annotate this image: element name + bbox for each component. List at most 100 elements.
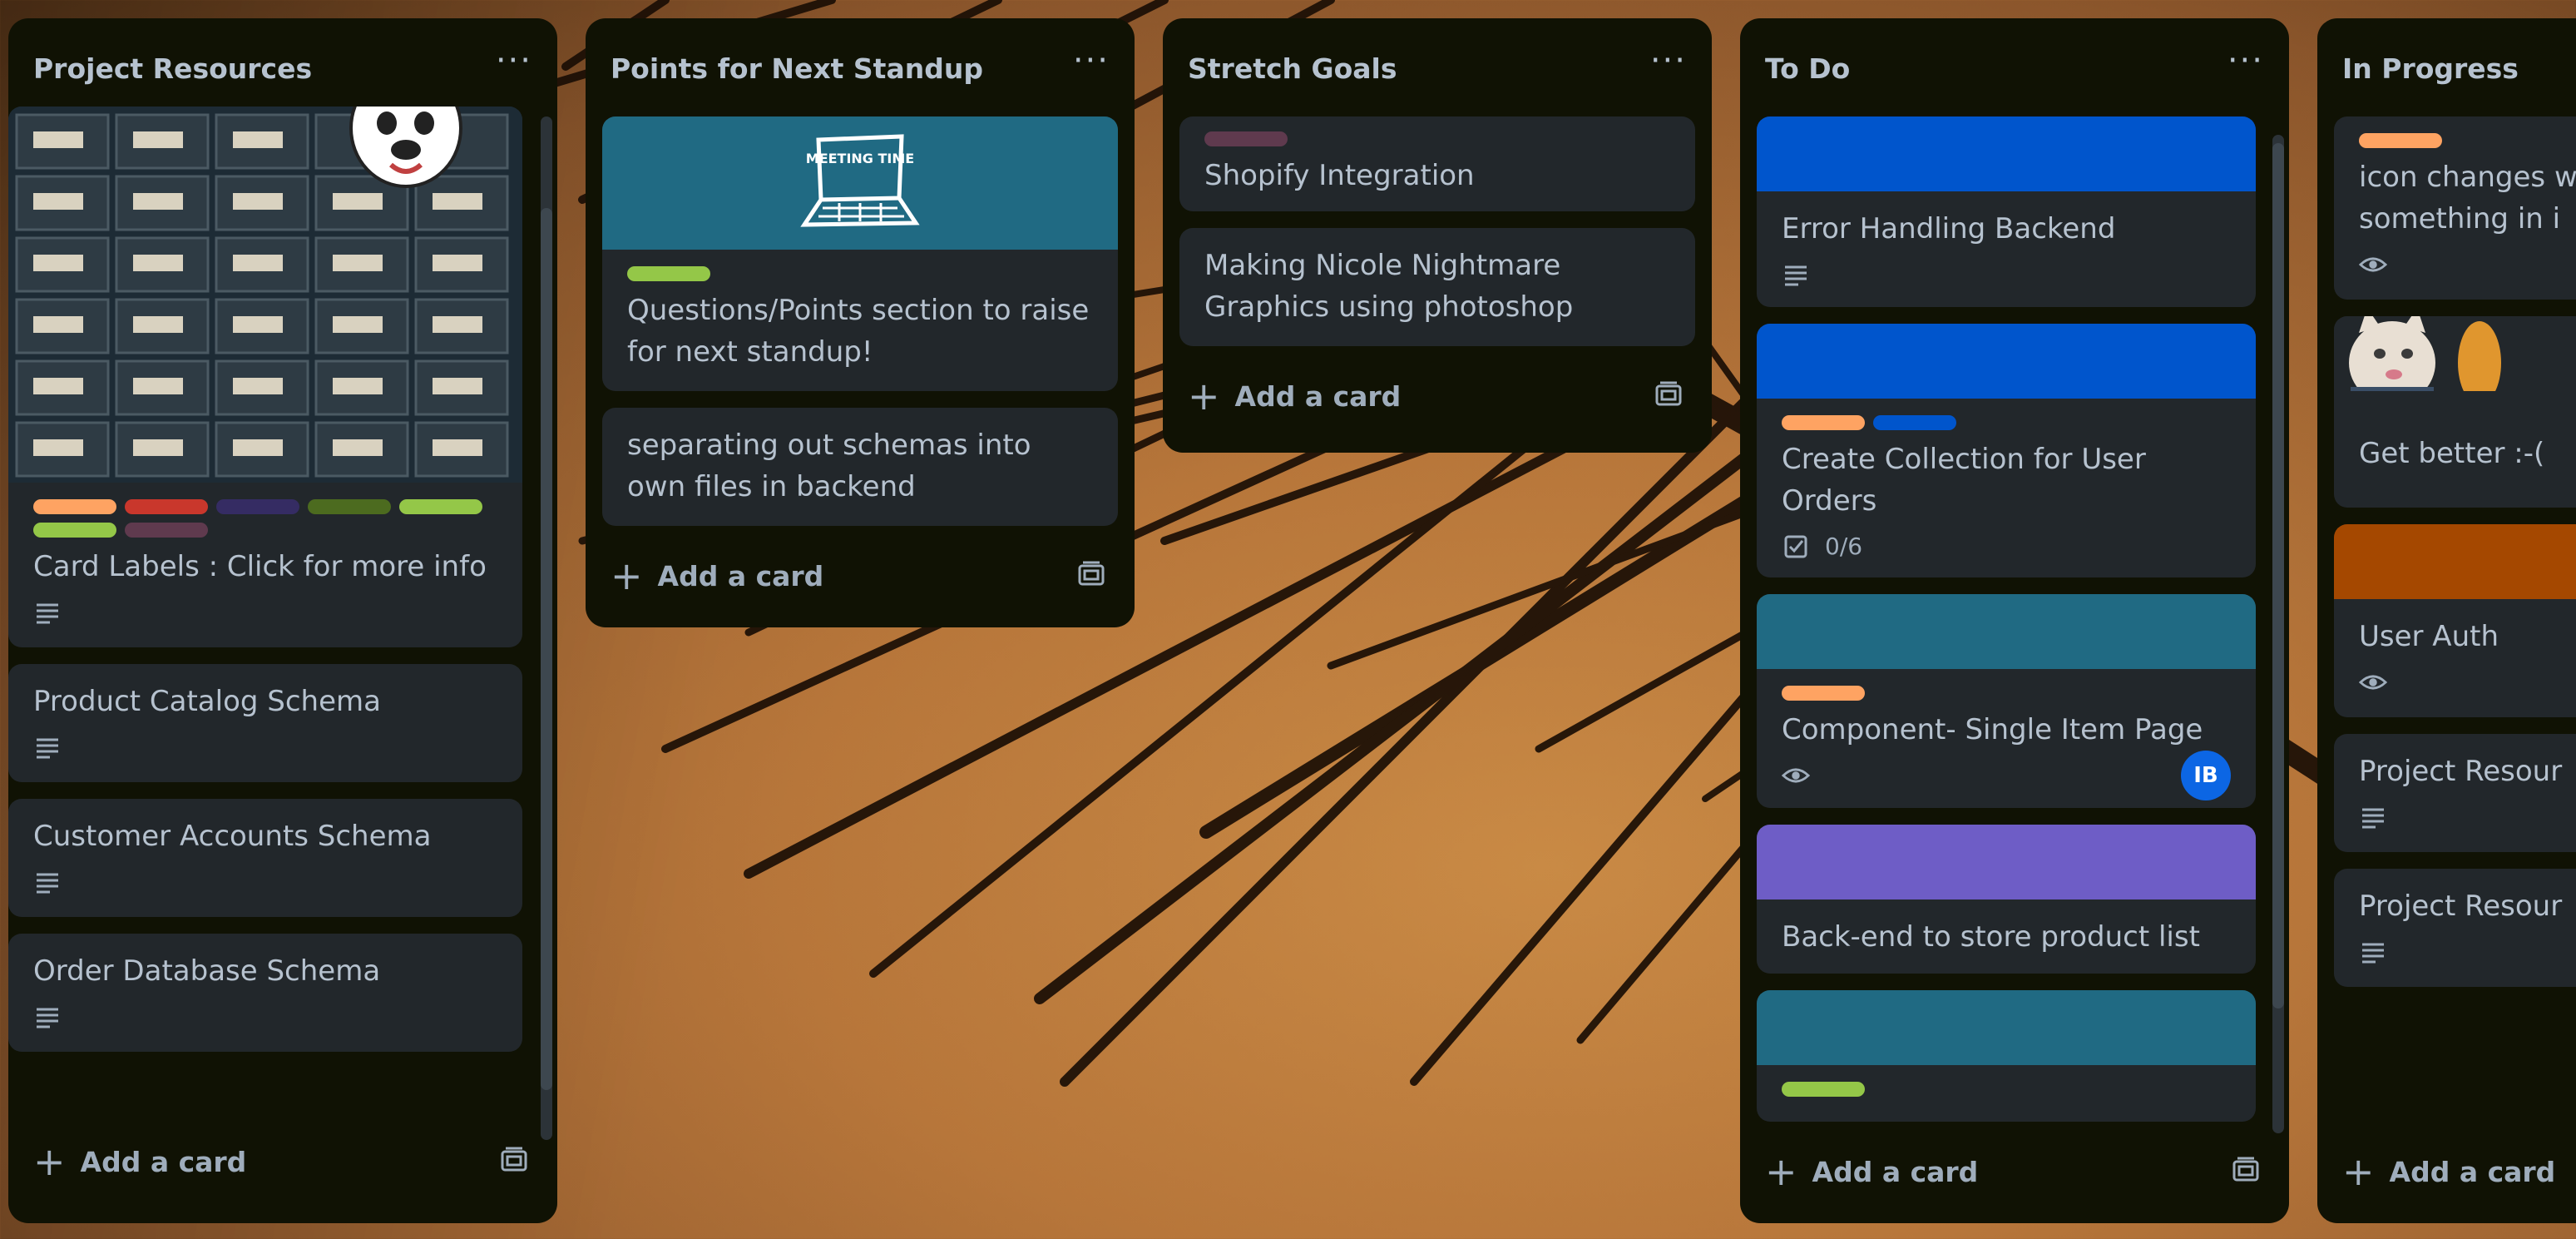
card-title: Shopify Integration: [1204, 159, 1475, 192]
plus-icon: +: [33, 1139, 66, 1184]
card[interactable]: separating out schemas into own files in…: [602, 408, 1118, 526]
card-body: User Auth: [2334, 599, 2576, 717]
list-title[interactable]: To Do: [1765, 52, 1850, 85]
card[interactable]: MEETING TIME Questions/Points section to…: [602, 116, 1118, 391]
card[interactable]: Project Resour: [2334, 734, 2576, 852]
label-orange[interactable]: [33, 499, 116, 514]
scrollbar-thumb[interactable]: [2272, 143, 2284, 1009]
card-list: Shopify Integration Making Nicole Nightm…: [1163, 116, 1712, 346]
card-badges: [2359, 935, 2576, 969]
description-icon: [33, 1003, 62, 1031]
list-footer: + Add a card: [2317, 1122, 2576, 1222]
card[interactable]: Get better :-(: [2334, 316, 2576, 508]
label-orange[interactable]: [1782, 414, 1865, 430]
card-cover-color: [1757, 323, 2256, 399]
card[interactable]: Error Handling Backend: [1757, 116, 2256, 307]
watch-icon: [1782, 761, 1810, 790]
add-card-label: Add a card: [1234, 379, 1402, 413]
card-body: Order Database Schema: [8, 934, 522, 1052]
list-scrollbar[interactable]: [541, 116, 552, 1140]
card-labels: [33, 499, 497, 538]
card[interactable]: Making Nicole Nightmare Graphics using p…: [1179, 228, 1695, 346]
list-menu-icon[interactable]: ···: [2227, 44, 2264, 92]
add-card-button[interactable]: + Add a card: [2342, 1152, 2555, 1191]
card-template-icon[interactable]: [1076, 559, 1110, 592]
label-lime[interactable]: [627, 266, 710, 281]
card-title: Project Resour: [2359, 755, 2563, 788]
card-title: separating out schemas into own files in…: [627, 429, 1031, 503]
card-template-icon[interactable]: [2231, 1155, 2264, 1188]
card-title: Get better :-(: [2359, 437, 2545, 470]
list-scrollbar[interactable]: [2272, 135, 2284, 1133]
card[interactable]: Back-end to store product list: [1757, 824, 2256, 974]
card[interactable]: [1757, 990, 2256, 1122]
card-template-icon[interactable]: [499, 1145, 532, 1178]
list-project-resources: Project Resources ··· Card Labels: Clic…: [8, 18, 557, 1223]
label-dark-green[interactable]: [308, 499, 391, 514]
list-stretch-goals: Stretch Goals ··· Shopify Integration Ma…: [1163, 18, 1712, 453]
card-badges: [33, 1000, 497, 1033]
card[interactable]: User Auth: [2334, 524, 2576, 717]
label-orange[interactable]: [1782, 686, 1865, 701]
card[interactable]: Product Catalog Schema: [8, 664, 522, 782]
card[interactable]: Customer Accounts Schema: [8, 799, 522, 917]
list-footer: + Add a card: [8, 1112, 557, 1212]
description-icon: [33, 733, 62, 761]
member-avatar[interactable]: IB: [2181, 751, 2231, 801]
card[interactable]: Shopify Integration: [1179, 116, 1695, 211]
list-menu-icon[interactable]: ···: [1650, 44, 1687, 92]
card-cover-image: MEETING TIME: [602, 116, 1118, 250]
label-lime[interactable]: [1782, 1082, 1865, 1098]
card-template-icon[interactable]: [1654, 379, 1687, 413]
card[interactable]: Create Collection for User Orders 0/6: [1757, 323, 2256, 578]
card-cover-image: [2334, 316, 2576, 391]
card-body: Shopify Integration: [1179, 116, 1695, 211]
list-header: In Progress: [2317, 18, 2576, 118]
label-dark-magenta[interactable]: [1204, 131, 1288, 146]
card-body: [1757, 1065, 2256, 1122]
card-body: Component- Single Item Page IB: [1757, 669, 2256, 807]
card-list: icon changes w something in i Get better…: [2317, 116, 2576, 1122]
add-card-button[interactable]: + Add a card: [1188, 377, 1401, 415]
scrollbar-thumb[interactable]: [541, 208, 552, 1090]
list-footer: + Add a card: [586, 526, 1135, 626]
label-purple[interactable]: [216, 499, 299, 514]
card[interactable]: Project Resour: [2334, 869, 2576, 987]
list-title[interactable]: Project Resources: [33, 52, 312, 85]
label-lime[interactable]: [33, 523, 116, 538]
add-card-button[interactable]: + Add a card: [1765, 1152, 1978, 1191]
list-points-for-next-standup: Points for Next Standup ··· MEETING TIME: [586, 18, 1135, 627]
card-list: MEETING TIME Questions/Points section to…: [586, 116, 1135, 526]
cat-stickers-image: [2334, 316, 2576, 391]
list-header: Stretch Goals ···: [1163, 18, 1712, 118]
card-labels: [1782, 686, 2231, 701]
plus-icon: +: [2342, 1149, 2375, 1194]
card-labels: [1204, 131, 1670, 146]
label-orange[interactable]: [2359, 133, 2442, 148]
list-menu-icon[interactable]: ···: [496, 44, 532, 92]
card-body: Project Resour: [2334, 734, 2576, 852]
card-body: icon changes w something in i: [2334, 116, 2576, 300]
card-body: Create Collection for User Orders 0/6: [1757, 399, 2256, 578]
add-card-button[interactable]: + Add a card: [33, 1142, 246, 1181]
label-red[interactable]: [125, 499, 208, 514]
card[interactable]: Card Labels : Click for more info: [8, 107, 522, 647]
card-title: Project Resour: [2359, 890, 2563, 923]
card-body: Error Handling Backend: [1757, 191, 2256, 307]
card[interactable]: Component- Single Item Page IB: [1757, 594, 2256, 808]
list-title[interactable]: Stretch Goals: [1188, 52, 1397, 85]
watch-icon: [2359, 668, 2387, 696]
list-title[interactable]: Points for Next Standup: [611, 52, 983, 85]
label-lime[interactable]: [399, 499, 482, 514]
card-cover-color: [1757, 990, 2256, 1066]
card[interactable]: Order Database Schema: [8, 934, 522, 1052]
label-dark-magenta[interactable]: [125, 523, 208, 538]
plus-icon: +: [611, 553, 643, 598]
add-card-button[interactable]: + Add a card: [611, 557, 823, 595]
board: Project Resources ··· Card Labels: Clic…: [8, 18, 2576, 1223]
card[interactable]: icon changes w something in i: [2334, 116, 2576, 300]
description-icon: [33, 598, 62, 627]
list-title[interactable]: In Progress: [2342, 52, 2519, 85]
list-menu-icon[interactable]: ···: [1073, 44, 1110, 92]
label-blue[interactable]: [1873, 414, 1956, 430]
